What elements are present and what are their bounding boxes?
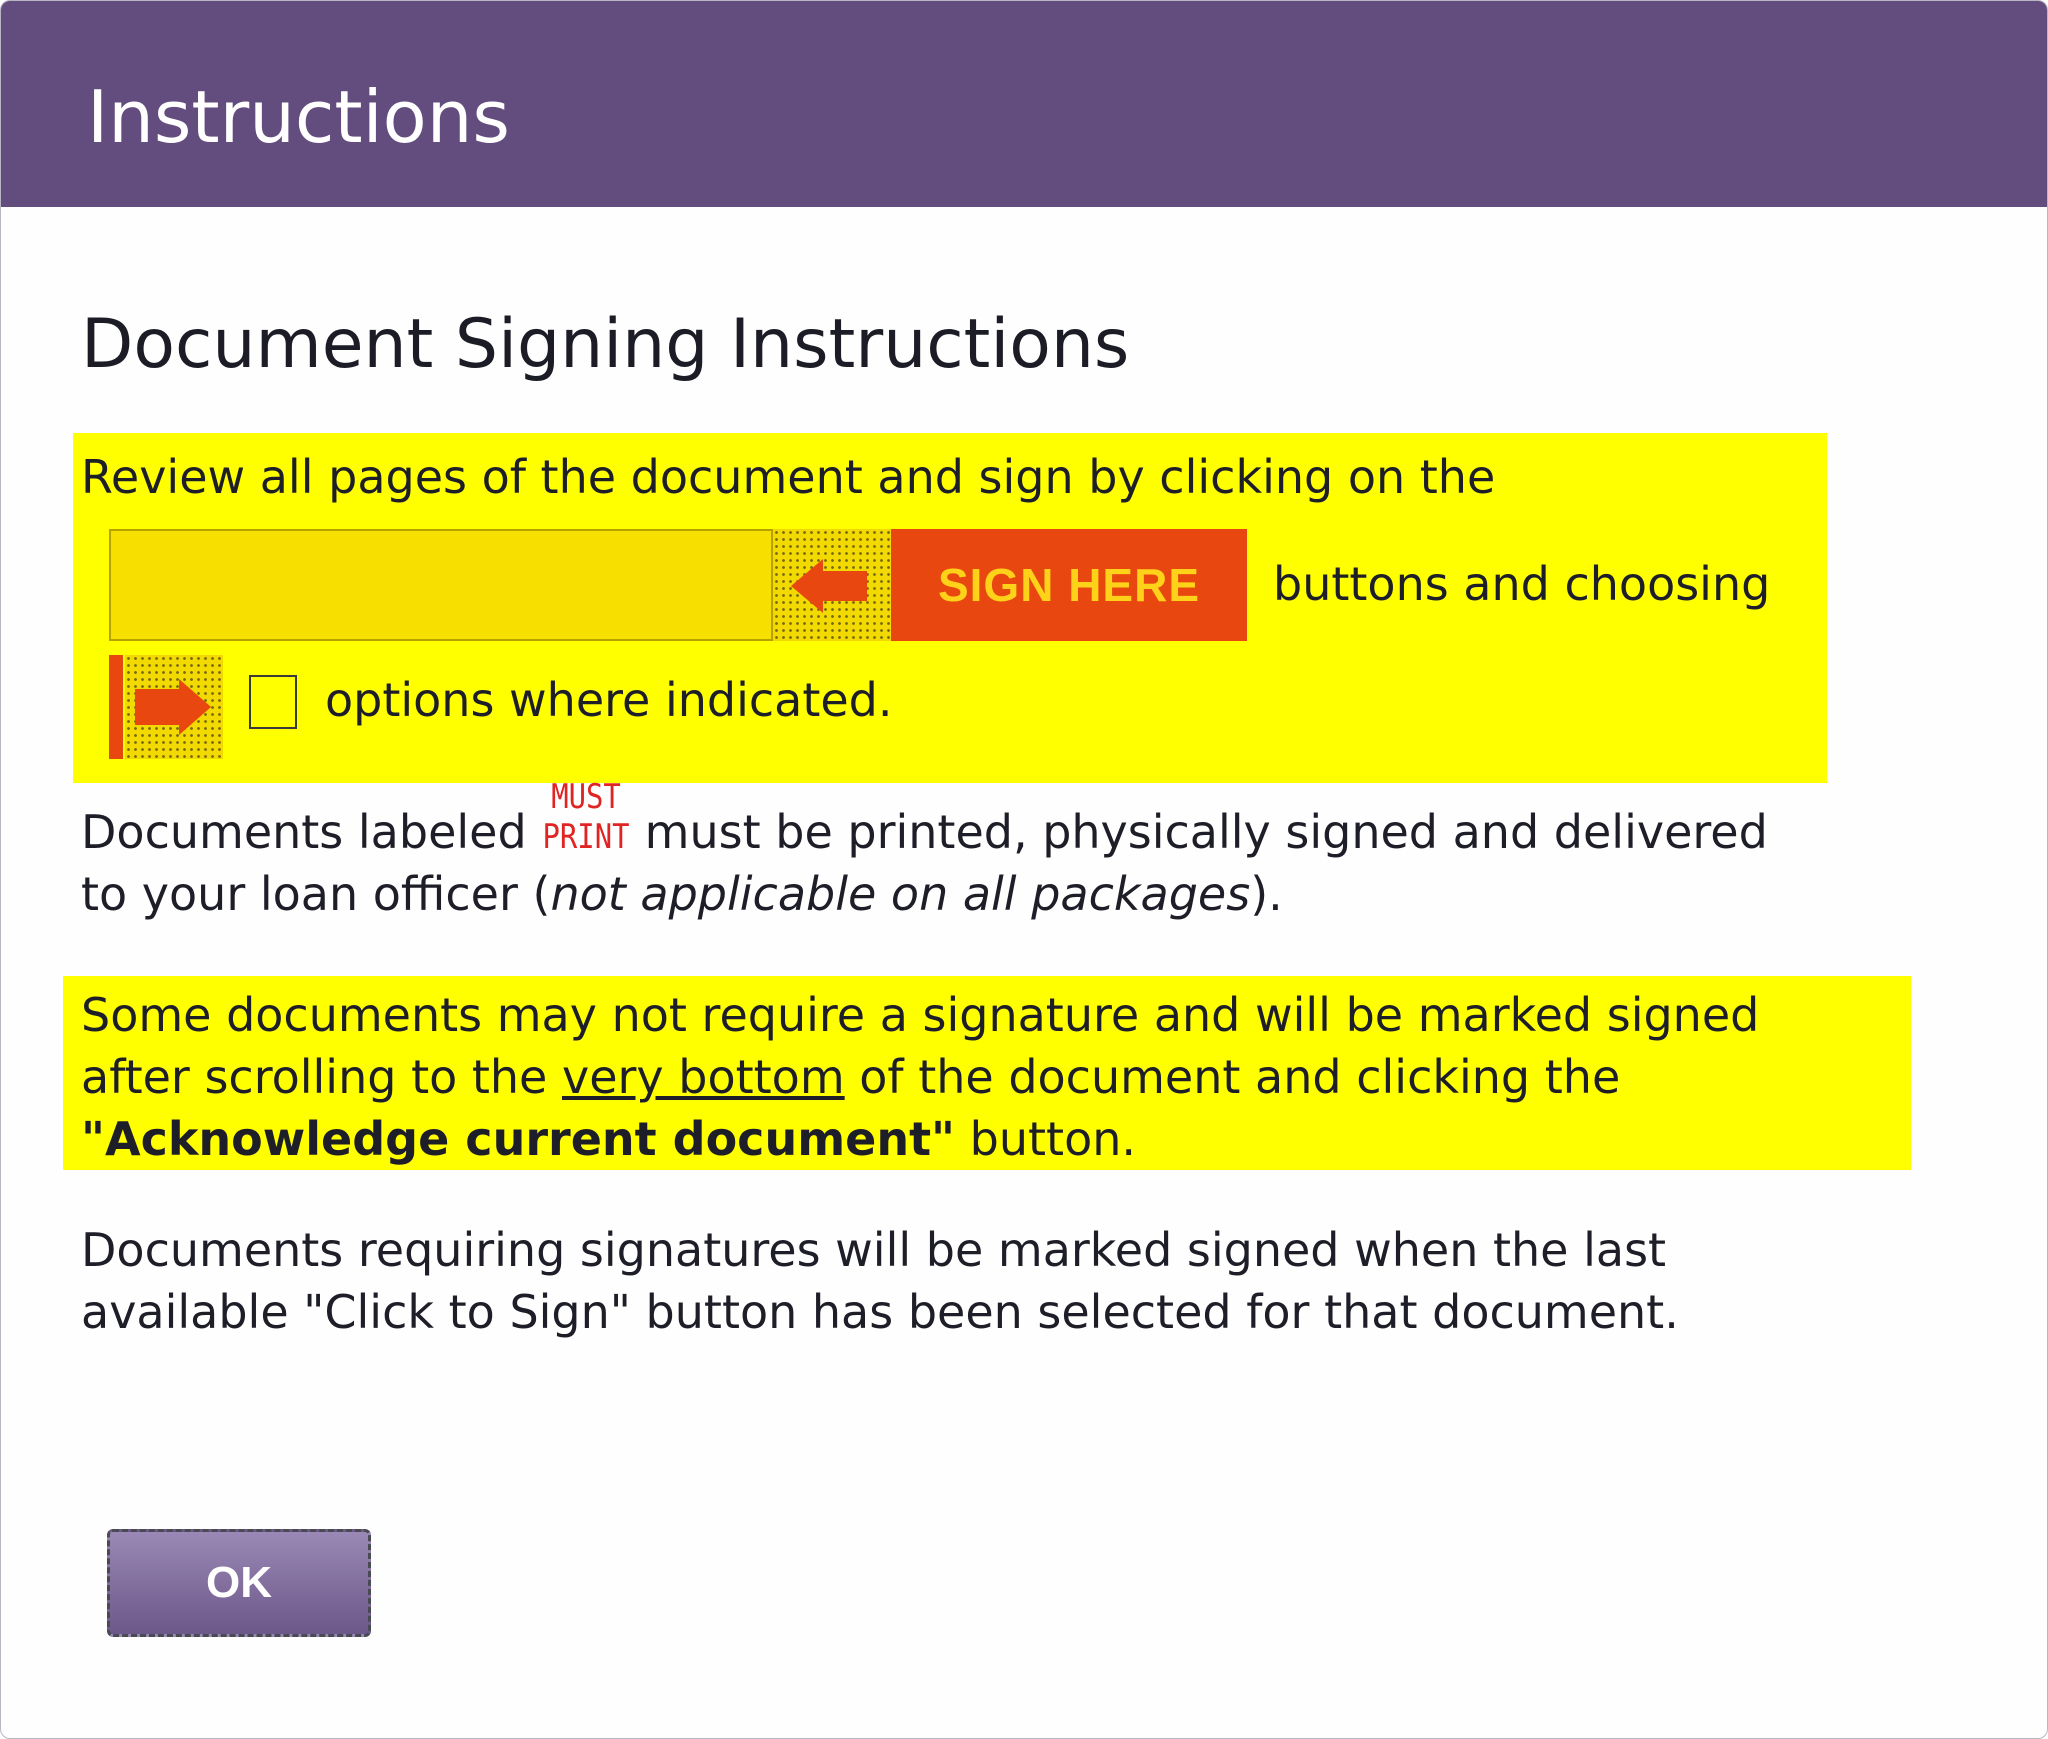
paragraph-text: to your loan officer (	[81, 867, 551, 921]
instruction-text: options where indicated.	[325, 673, 893, 727]
signature-tab	[773, 529, 893, 641]
option-tab	[125, 655, 223, 759]
paragraph-text: of the document and clicking the	[844, 1050, 1621, 1104]
signatures-paragraph: Documents requiring signatures will be m…	[81, 1219, 1679, 1343]
paragraph-text: available "Click to Sign" button has bee…	[81, 1285, 1679, 1339]
paragraph-text: Documents labeled	[81, 805, 527, 859]
bold-button-name: "Acknowledge current document"	[81, 1112, 956, 1166]
must-print-badge-word: MUST	[550, 777, 621, 817]
paragraph-text: after scrolling to the	[81, 1050, 562, 1104]
left-arrow-icon	[791, 559, 867, 613]
acknowledge-highlight: Some documents may not require a signatu…	[63, 976, 1911, 1170]
signature-field-sample	[109, 529, 773, 641]
dialog-title: Instructions	[87, 75, 510, 159]
paragraph-italic-text: not applicable on all packages	[550, 867, 1251, 921]
instruction-text: Review all pages of the document and sig…	[81, 450, 1496, 504]
option-checkbox-sample[interactable]	[249, 675, 297, 729]
instruction-text: buttons and choosing	[1273, 557, 1771, 611]
option-marker-bar	[109, 655, 123, 759]
right-arrow-icon	[135, 679, 211, 735]
dialog-titlebar: Instructions	[1, 1, 2047, 207]
must-print-paragraph: Documents labeled MUST PRINT must be printe…	[81, 779, 1768, 925]
underlined-text: very bottom	[561, 1050, 845, 1104]
paragraph-text: button.	[955, 1112, 1136, 1166]
ok-button[interactable]: OK	[107, 1529, 371, 1637]
page-heading: Document Signing Instructions	[81, 305, 1130, 384]
must-print-badge-word: PRINT	[542, 817, 630, 857]
paragraph-text: Documents requiring signatures will be m…	[81, 1223, 1667, 1277]
instructions-dialog: Instructions Document Signing Instructio…	[0, 0, 2048, 1739]
paragraph-text: Some documents may not require a signatu…	[81, 988, 1760, 1042]
sign-here-button-sample: SIGN HERE	[891, 529, 1247, 641]
paragraph-text: ).	[1250, 867, 1283, 921]
signing-instructions-highlight: Review all pages of the document and sig…	[73, 433, 1827, 783]
paragraph-text: must be printed, physically signed and d…	[644, 805, 1768, 859]
must-print-badge: MUST PRINT	[533, 779, 639, 861]
